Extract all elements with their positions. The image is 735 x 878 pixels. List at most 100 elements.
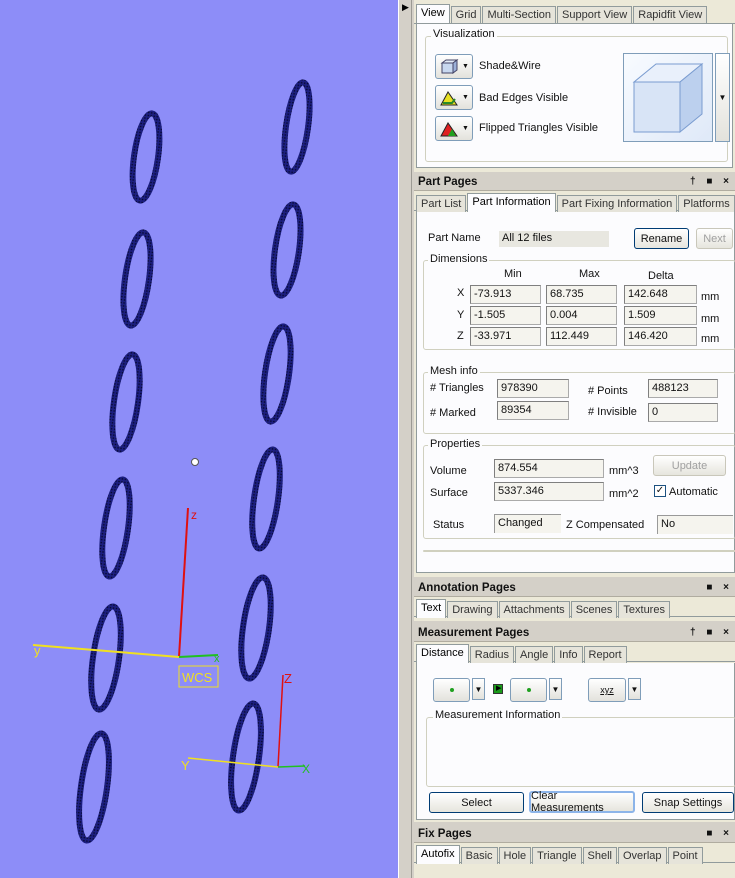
bad-edges-button[interactable]: ▼ (435, 85, 473, 110)
panel-float-close-icons[interactable]: ■ × (706, 582, 733, 593)
tab-angle[interactable]: Angle (515, 646, 554, 663)
tab-report[interactable]: Report (583, 646, 627, 663)
tab-text[interactable]: Text (416, 599, 447, 618)
visualization-title: Visualization (431, 28, 497, 40)
y-max-field[interactable]: 0.004 (546, 306, 617, 325)
shade-wire-button[interactable]: ▼ (435, 54, 473, 79)
xyz-button[interactable]: xyz (588, 678, 626, 702)
panel-splitter[interactable]: ▶ (398, 0, 412, 878)
tab-basic[interactable]: Basic (460, 847, 498, 864)
tab-point[interactable]: Point (667, 847, 703, 864)
tab-textures[interactable]: Textures (618, 601, 670, 618)
tab-triangle[interactable]: Triangle (532, 847, 582, 864)
view-cube-dropdown[interactable]: ▼ (715, 53, 730, 142)
tab-shell[interactable]: Shell (582, 847, 617, 864)
clear-measurements-button[interactable]: Clear Measurements (529, 790, 635, 814)
tab-info[interactable]: Info (554, 646, 583, 663)
tab-attachments[interactable]: Attachments (498, 601, 570, 618)
rotation-center-icon (191, 458, 199, 466)
collapse-arrow-icon[interactable]: ▶ (402, 2, 409, 13)
triangles-label: # Triangles (430, 382, 484, 394)
point-pick-button-1[interactable] (433, 678, 470, 702)
tab-radius[interactable]: Radius (469, 646, 515, 663)
tab-grid[interactable]: Grid (450, 6, 482, 23)
point-pick-dropdown-2[interactable]: ▼ (549, 678, 562, 700)
tab-hole[interactable]: Hole (498, 847, 532, 864)
view-cube-preview[interactable] (623, 53, 713, 142)
tab-drawing[interactable]: Drawing (447, 601, 498, 618)
tab-view[interactable]: View (416, 4, 450, 23)
x-max-field[interactable]: 68.735 (546, 285, 617, 304)
wcs-label: WCS (182, 670, 213, 685)
ring-part (99, 476, 133, 580)
z-delta-field[interactable]: 146.420 (624, 327, 697, 346)
tab-support-view[interactable]: Support View (557, 6, 633, 23)
y-axis-label: Y (457, 309, 465, 321)
connect-arrow-icon: ▶ (493, 684, 503, 694)
surface-unit: mm^2 (609, 488, 639, 500)
properties-title: Properties (428, 438, 483, 450)
status-label: Status (433, 519, 465, 531)
panel-pin-float-close-icons[interactable]: † ■ × (690, 627, 733, 638)
z-max-field[interactable]: 112.449 (546, 327, 617, 346)
rename-button[interactable]: Rename (634, 228, 689, 249)
local-y-label: Y (181, 758, 190, 773)
fix-pages-header: Fix Pages ■ × (414, 827, 735, 843)
point-pick-dropdown-1[interactable]: ▼ (472, 678, 485, 700)
xyz-dropdown[interactable]: ▼ (628, 678, 641, 700)
tab-multi-section[interactable]: Multi-Section (482, 6, 557, 23)
mesh-info-title: Mesh info (428, 365, 480, 377)
part-name-value: All 12 files (499, 231, 609, 247)
part-pages-header: Part Pages † ■ × (414, 175, 735, 191)
select-button[interactable]: Select (429, 792, 524, 813)
delta-header: Delta (648, 270, 674, 282)
part-pages-title: Part Pages (418, 176, 478, 188)
z-unit: mm (701, 333, 720, 345)
points-label: # Points (588, 385, 628, 397)
tab-overlap[interactable]: Overlap (617, 847, 667, 864)
update-button[interactable]: Update (653, 455, 726, 476)
flipped-triangles-button[interactable]: ▼ (435, 116, 473, 141)
3d-viewport[interactable]: z y x WCS Z Y X (0, 0, 398, 878)
part-name-label: Part Name (428, 232, 481, 244)
x-axis-label: X (457, 287, 465, 299)
tab-part-information[interactable]: Part Information (467, 193, 556, 212)
panel-float-close-icons[interactable]: ■ × (706, 828, 733, 839)
point-pick-button-2[interactable] (510, 678, 547, 702)
automatic-checkbox[interactable]: ✓ (654, 485, 666, 497)
marked-field: 89354 (497, 401, 569, 420)
tab-part-fixing-information[interactable]: Part Fixing Information (556, 195, 678, 212)
local-z-label: Z (284, 671, 292, 686)
tab-autofix[interactable]: Autofix (416, 845, 460, 864)
tab-rapidfit-view[interactable]: Rapidfit View (633, 6, 708, 23)
y-delta-field[interactable]: 1.509 (624, 306, 697, 325)
x-delta-field[interactable]: 142.648 (624, 285, 697, 304)
part-pages-panel: Part Pages † ■ × Part List Part Informat… (414, 175, 735, 577)
invisible-label: # Invisible (588, 406, 637, 418)
ring-part (76, 730, 112, 844)
green-point-icon (449, 688, 454, 692)
next-button[interactable]: Next (696, 228, 733, 249)
tab-scenes[interactable]: Scenes (570, 601, 618, 618)
measurement-info-group (426, 717, 735, 787)
flipped-triangles-label: Flipped Triangles Visible (479, 122, 599, 134)
status-divider (423, 550, 735, 552)
ring-part (249, 446, 283, 552)
fix-pages-panel: Fix Pages ■ × Autofix Basic Hole Triangl… (414, 827, 735, 878)
z-compensated-label: Z Compensated (566, 519, 645, 531)
measurement-pages-panel: Measurement Pages † ■ × Distance Radius … (414, 626, 735, 822)
tab-part-list[interactable]: Part List (416, 195, 467, 212)
tab-distance[interactable]: Distance (416, 644, 469, 663)
z-min-field[interactable]: -33.971 (470, 327, 541, 346)
panel-pin-float-close-icons[interactable]: † ■ × (690, 176, 733, 187)
volume-field: 874.554 (494, 459, 604, 478)
y-min-field[interactable]: -1.505 (470, 306, 541, 325)
snap-settings-button[interactable]: Snap Settings (642, 792, 734, 813)
flipped-triangles-icon (440, 121, 458, 136)
volume-unit: mm^3 (609, 465, 639, 477)
annotation-pages-panel: Annotation Pages ■ × Text Drawing Attach… (414, 581, 735, 621)
tab-platforms[interactable]: Platforms (678, 195, 735, 212)
view-panel: View Grid Multi-Section Support View Rap… (414, 0, 735, 172)
x-min-field[interactable]: -73.913 (470, 285, 541, 304)
fix-pages-title: Fix Pages (418, 828, 472, 840)
